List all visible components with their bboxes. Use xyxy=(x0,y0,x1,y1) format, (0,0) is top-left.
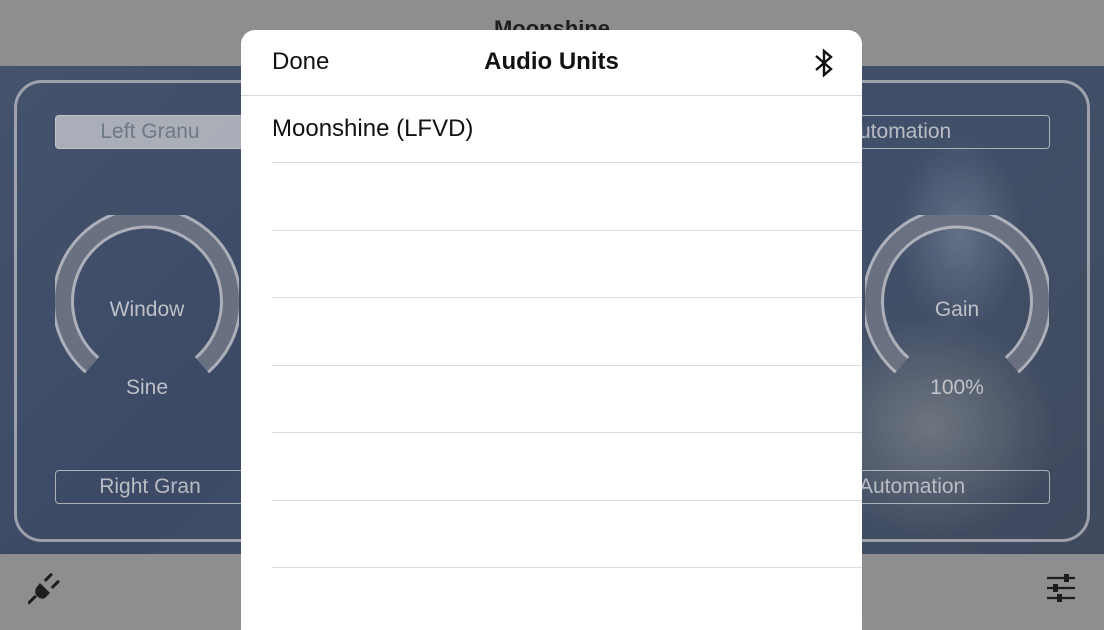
sheet-header: Done Audio Units xyxy=(241,30,862,96)
list-item xyxy=(272,231,862,298)
list-item xyxy=(272,434,862,501)
plug-icon[interactable] xyxy=(28,569,64,605)
list-item xyxy=(272,501,862,568)
automation-top-label: utomation xyxy=(859,116,1031,148)
window-knob[interactable] xyxy=(55,215,239,375)
sliders-icon[interactable] xyxy=(1043,570,1079,606)
right-granular-button[interactable]: Right Gran xyxy=(55,470,245,504)
window-knob-value: Sine xyxy=(47,376,247,400)
list-item xyxy=(272,164,862,231)
gain-knob-value: 100% xyxy=(857,376,1057,400)
sheet-title: Audio Units xyxy=(241,48,862,76)
list-item xyxy=(272,366,862,433)
bluetooth-icon[interactable] xyxy=(813,47,835,79)
left-granular-button[interactable]: Left Granu xyxy=(55,115,245,149)
gain-knob[interactable] xyxy=(865,215,1049,375)
list-item xyxy=(272,299,862,366)
window-knob-label: Window xyxy=(47,298,247,322)
automation-bottom-button[interactable]: Automation xyxy=(858,470,1050,504)
list-item-label: Moonshine (LFVD) xyxy=(272,115,473,143)
list-item[interactable]: Moonshine (LFVD) xyxy=(272,96,862,163)
automation-top-button[interactable]: utomation xyxy=(858,115,1050,149)
automation-bottom-label: Automation xyxy=(859,475,965,498)
audio-units-sheet: Done Audio Units Moonshine (LFVD) xyxy=(241,30,862,630)
gain-knob-label: Gain xyxy=(857,298,1057,322)
